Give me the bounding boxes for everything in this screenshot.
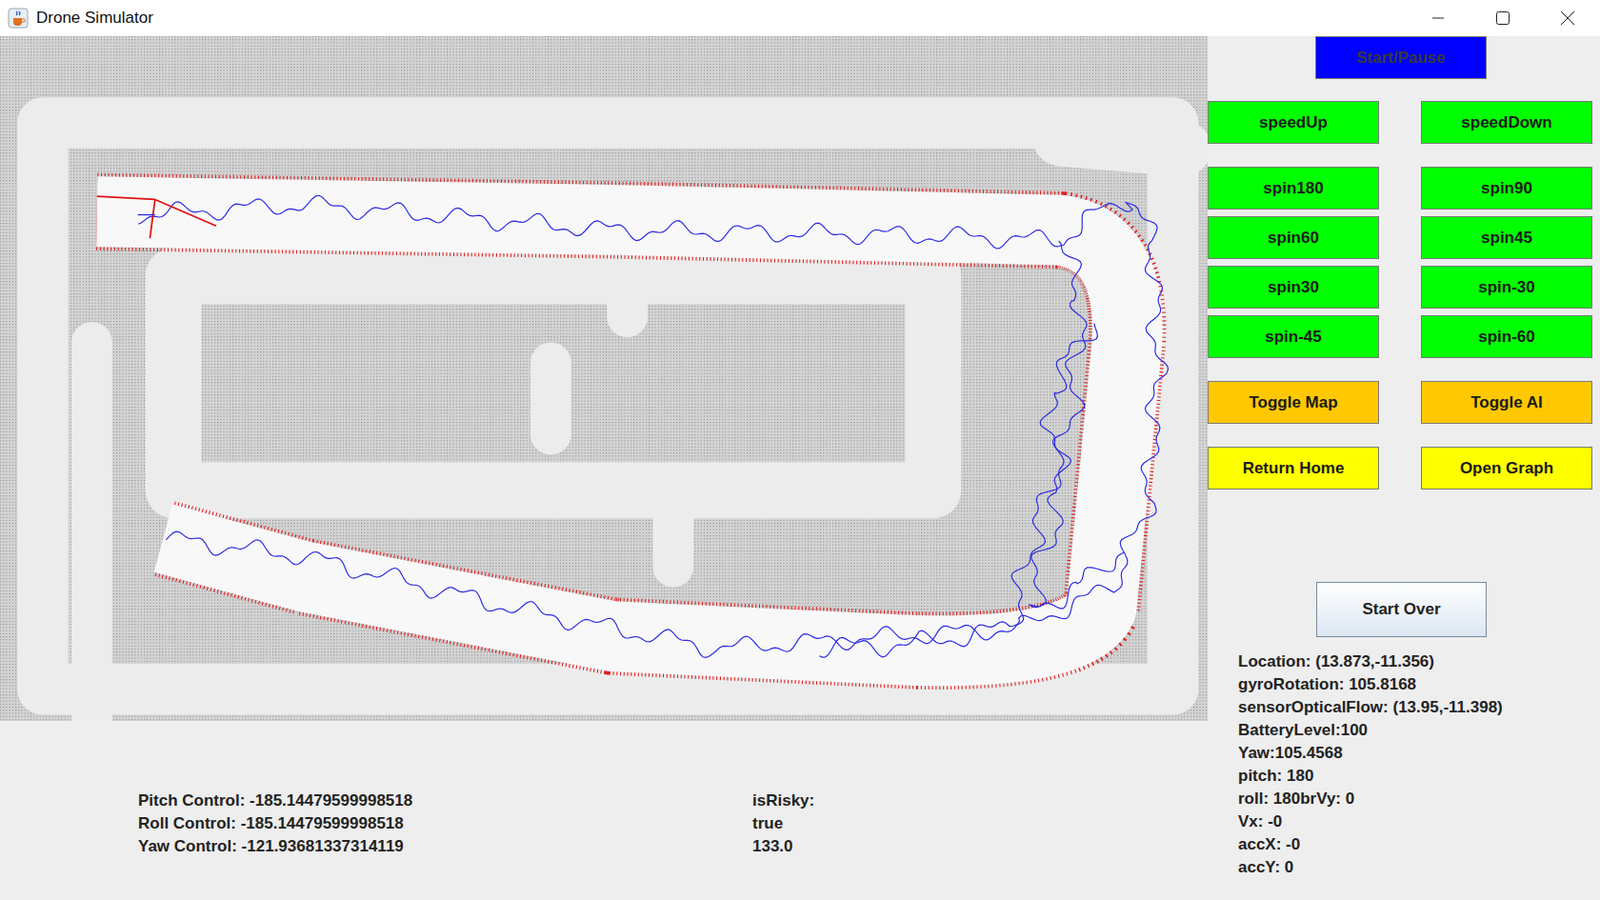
risk-line: isRisky:: [752, 789, 1039, 813]
telemetry-line: Location: (13.873,-11.356): [1238, 650, 1600, 674]
minimize-icon: [1431, 11, 1445, 25]
map-canvas: [0, 36, 1208, 721]
start-pause-button[interactable]: Start/Pause: [1315, 36, 1487, 80]
drone-heading: [138, 214, 156, 216]
control-output: Pitch Control: -185.14479599998518: [138, 789, 753, 813]
risk-status: isRisky:true133.0: [752, 789, 1039, 859]
control-button[interactable]: spin180: [1207, 166, 1380, 210]
control-panel: Start/Pause speedUp speedDown spin180 spin90…: [1207, 36, 1600, 900]
risk-line: 133.0: [752, 835, 1039, 859]
telemetry-line: sensorOpticalFlow: (13.95,-11.398): [1238, 696, 1600, 720]
button-group: Return Home Open Graph: [1207, 446, 1600, 490]
flight-path: [138, 195, 1168, 658]
control-button[interactable]: spin30: [1207, 265, 1380, 309]
minimize-button[interactable]: [1405, 0, 1471, 37]
button-group: Toggle Map Toggle AI: [1207, 380, 1600, 424]
control-button[interactable]: spin-45: [1207, 315, 1380, 359]
maximize-icon: [1495, 10, 1511, 26]
control-button[interactable]: speedUp: [1207, 100, 1380, 144]
control-stats: Pitch Control: -185.14479599998518Roll C…: [0, 720, 1208, 859]
control-output: Roll Control: -185.14479599998518: [138, 812, 753, 836]
control-button[interactable]: Open Graph: [1420, 446, 1593, 490]
control-button[interactable]: spin-60: [1420, 315, 1593, 359]
control-button[interactable]: spin-30: [1420, 265, 1593, 309]
telemetry-list: Location: (13.873,-11.356)gyroRotation: …: [1207, 637, 1600, 880]
window-controls: [1405, 0, 1600, 37]
map-view[interactable]: [0, 36, 1208, 721]
corridors: [42, 122, 1183, 721]
start-over-button[interactable]: Start Over: [1316, 581, 1487, 638]
telemetry-line: accY: 0: [1238, 856, 1600, 880]
title-bar: Drone Simulator: [0, 0, 1600, 37]
telemetry-line: accX: -0: [1238, 833, 1600, 857]
explored-area: [97, 211, 1128, 651]
window-title: Drone Simulator: [36, 8, 1406, 28]
control-button[interactable]: spin90: [1420, 166, 1593, 210]
button-group: speedUp speedDown: [1207, 100, 1600, 144]
java-cup-icon: [7, 7, 29, 29]
telemetry-line: gyroRotation: 105.8168: [1238, 673, 1600, 697]
explored-border: [97, 211, 1128, 651]
telemetry-line: BatteryLevel:100: [1238, 719, 1600, 742]
risk-line: true: [752, 812, 1039, 836]
app-window: Drone Simulator Pitch Control: -185.14479…: [0, 0, 1600, 900]
close-icon: [1560, 10, 1576, 26]
control-button[interactable]: spin45: [1420, 216, 1593, 260]
control-button[interactable]: Return Home: [1207, 446, 1380, 490]
control-button[interactable]: speedDown: [1420, 100, 1593, 144]
close-button[interactable]: [1535, 0, 1600, 37]
telemetry-line: roll: 180brVy: 0: [1238, 787, 1600, 811]
drone-sensor-rays: [97, 196, 217, 239]
control-button[interactable]: Toggle Map: [1207, 380, 1380, 424]
button-group: spin180 spin90 spin60 spin45 spin30 spin-30 sp…: [1207, 166, 1600, 359]
maximize-button[interactable]: [1470, 0, 1536, 37]
unknown-area: [0, 36, 1208, 721]
telemetry-line: Yaw:105.4568: [1238, 741, 1600, 765]
control-outputs: Pitch Control: -185.14479599998518Roll C…: [138, 789, 753, 859]
telemetry-line: Vx: -0: [1238, 810, 1600, 834]
control-button[interactable]: spin60: [1207, 216, 1380, 260]
telemetry-line: pitch: 180: [1238, 764, 1600, 788]
control-output: Yaw Control: -121.93681337314119: [138, 835, 753, 859]
control-button[interactable]: Toggle AI: [1420, 380, 1593, 424]
